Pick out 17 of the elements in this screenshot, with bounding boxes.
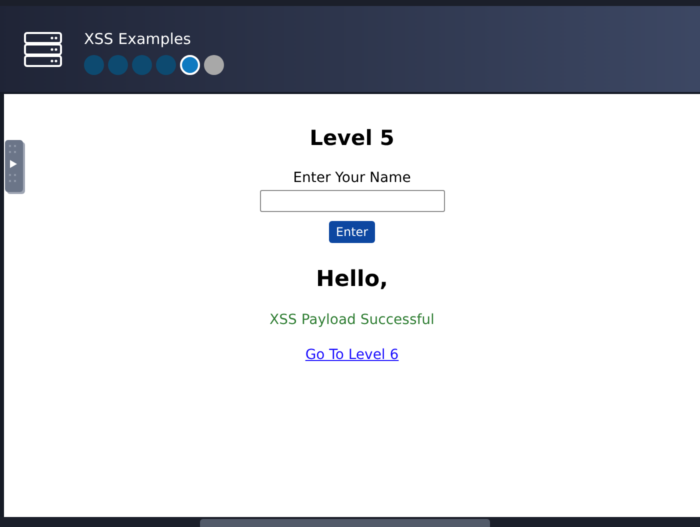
level-heading: Level 5 [310,126,394,152]
level-dot[interactable] [204,54,224,74]
greeting-heading: Hello, [316,266,388,294]
name-input[interactable] [260,190,444,212]
panel-handle[interactable] [5,140,23,192]
level-dot[interactable] [108,54,128,74]
level-dot[interactable] [132,54,152,74]
next-level-link[interactable]: Go To Level 6 [305,345,399,366]
enter-button[interactable]: Enter [328,221,376,243]
server-icon [24,32,62,68]
app-title: XSS Examples [84,29,192,50]
success-message: XSS Payload Successful [270,311,434,330]
scrollbar[interactable] [200,519,490,527]
name-label: Enter Your Name [293,169,411,188]
level-dot[interactable] [180,54,200,74]
level-dot[interactable] [156,54,176,74]
level-dot[interactable] [84,54,104,74]
